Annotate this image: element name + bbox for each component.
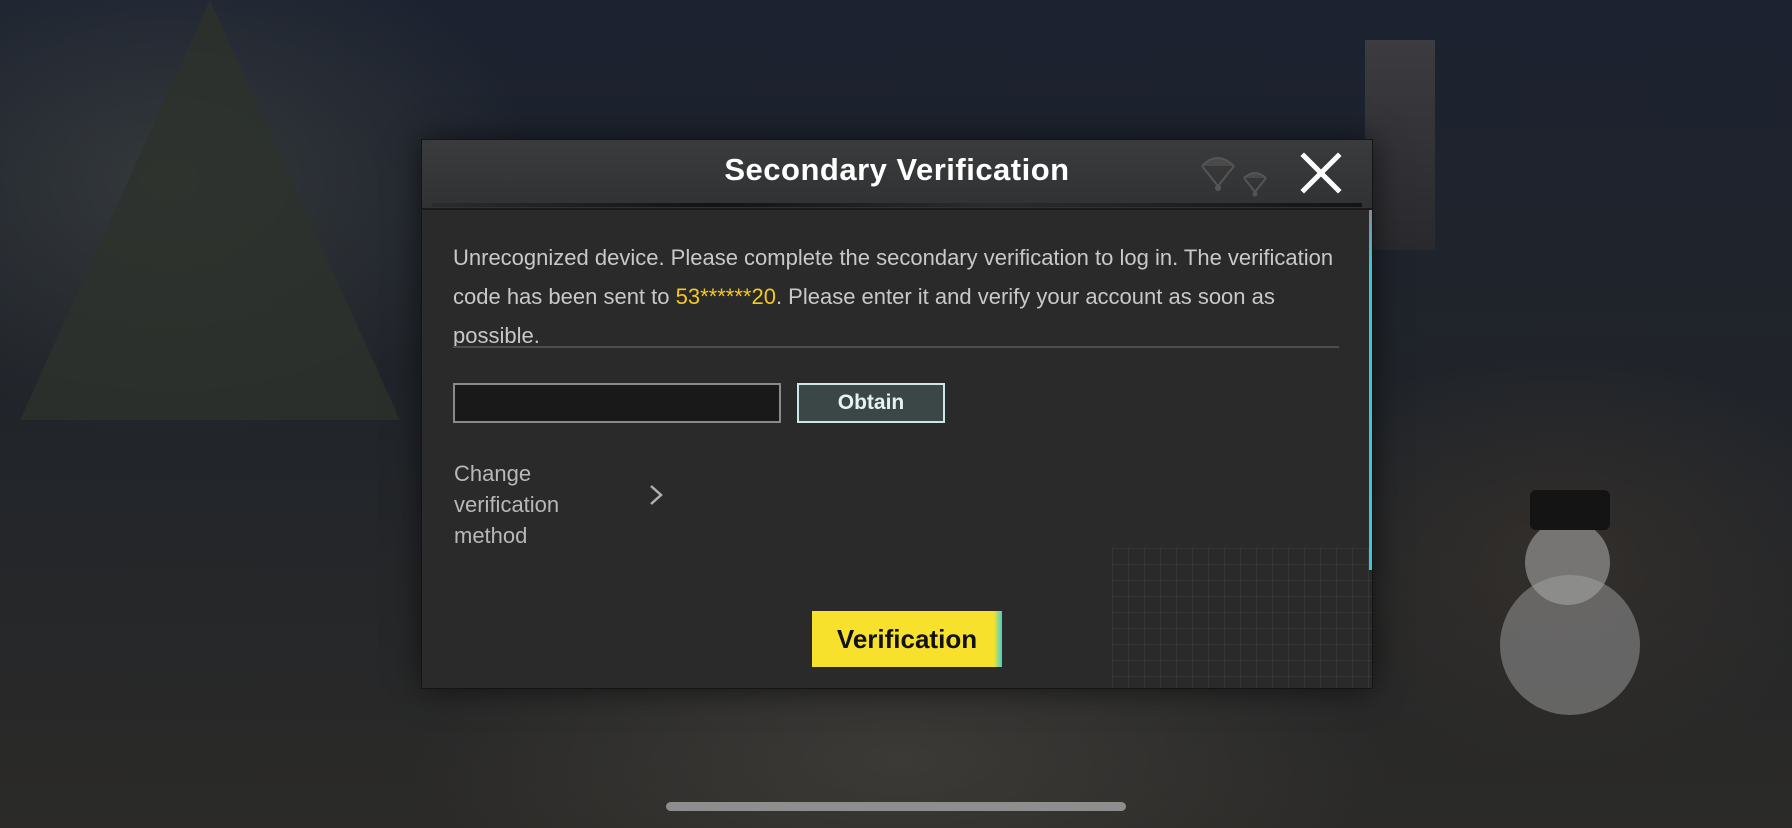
secondary-verification-dialog: Secondary Verification Unrecognized devi… — [422, 140, 1372, 688]
background-tower — [1365, 40, 1435, 250]
verification-button-label: Verification — [836, 624, 978, 654]
masked-phone-number: 53******20 — [675, 284, 776, 309]
verification-button[interactable]: Verification — [812, 611, 1002, 667]
parachute-icon — [1201, 157, 1267, 197]
change-verification-method-link[interactable]: Change verification method — [454, 458, 684, 548]
background-snowman-head — [1525, 520, 1610, 605]
obtain-button[interactable]: Obtain — [797, 383, 945, 423]
background-snowman-hat — [1530, 490, 1610, 530]
verification-code-input[interactable] — [453, 383, 781, 423]
background-tree — [20, 0, 400, 420]
home-indicator[interactable] — [666, 802, 1126, 811]
change-verification-method-label: Change verification method — [454, 461, 560, 548]
grid-decoration — [1112, 548, 1372, 688]
dialog-header: Secondary Verification — [422, 140, 1372, 210]
verification-message: Unrecognized device. Please complete the… — [453, 238, 1343, 355]
close-button[interactable] — [1298, 150, 1344, 196]
chevron-right-icon — [650, 485, 663, 505]
close-icon — [1300, 152, 1342, 194]
divider — [453, 346, 1339, 348]
